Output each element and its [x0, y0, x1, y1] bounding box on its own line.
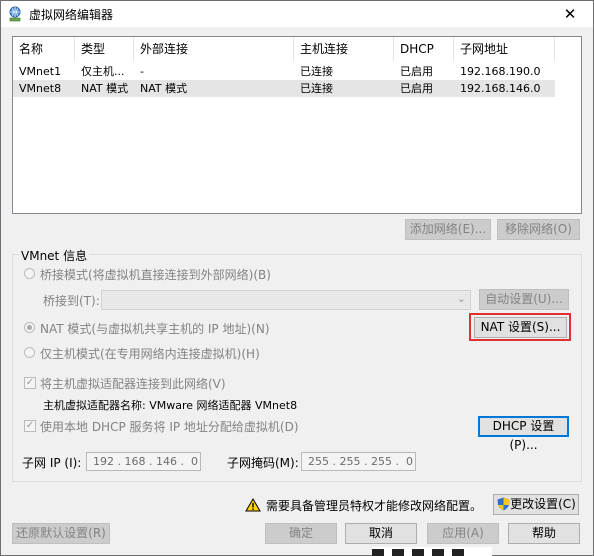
uac-shield-icon	[497, 497, 510, 511]
connect-adapter-checkbox[interactable]: ✓	[24, 377, 36, 389]
nat-mode-radio[interactable]	[24, 322, 35, 333]
bridge-mode-radio[interactable]	[24, 268, 35, 279]
subnet-mask-field[interactable]: 255 . 255 . 255 . 0	[301, 452, 416, 471]
cell-external: -	[140, 65, 144, 78]
column-header-name[interactable]: 名称	[13, 37, 75, 61]
cell-external: NAT 模式	[140, 82, 188, 95]
nat-mode-label: NAT 模式(与虚拟机共享主机的 IP 地址)(N)	[40, 322, 270, 336]
auto-settings-button[interactable]: 自动设置(U)...	[479, 289, 569, 310]
connect-adapter-label: 将主机虚拟适配器连接到此网络(V)	[40, 377, 226, 391]
cell-host: 已连接	[300, 65, 333, 78]
subnet-ip-label: 子网 IP (I):	[22, 456, 82, 470]
subnet-mask-label: 子网掩码(M):	[227, 456, 299, 470]
column-header-subnet[interactable]: 子网地址	[454, 37, 555, 61]
chevron-down-icon: ⌄	[456, 292, 466, 305]
cancel-button[interactable]: 取消	[345, 523, 417, 544]
cell-type: 仅主机...	[81, 65, 125, 78]
cell-dhcp: 已启用	[400, 82, 433, 95]
bridge-to-label: 桥接到(T):	[43, 294, 100, 308]
subnet-ip-field[interactable]: 192 . 168 . 146 . 0	[86, 452, 201, 471]
cell-subnet: 192.168.146.0	[460, 82, 541, 95]
apply-button[interactable]: 应用(A)	[427, 523, 499, 544]
dhcp-label: 使用本地 DHCP 服务将 IP 地址分配给虚拟机(D)	[40, 420, 299, 434]
bridge-mode-label: 桥接模式(将虚拟机直接连接到外部网络)(B)	[40, 268, 271, 282]
annotation-highlight-box	[469, 313, 571, 341]
admin-notice-text: 需要具备管理员特权才能修改网络配置。	[266, 499, 483, 513]
network-list[interactable]: 名称 类型 外部连接 主机连接 DHCP 子网地址 VMnet1 仅主机... …	[12, 36, 582, 214]
warning-icon	[245, 498, 261, 512]
remove-network-button[interactable]: 移除网络(O)	[497, 219, 580, 240]
cell-type: NAT 模式	[81, 82, 129, 95]
network-globe-icon	[9, 6, 21, 22]
column-header-external[interactable]: 外部连接	[134, 37, 294, 61]
help-button[interactable]: 帮助	[508, 523, 580, 544]
dhcp-checkbox[interactable]: ✓	[24, 420, 36, 432]
window-title: 虚拟网络编辑器	[29, 8, 114, 22]
cell-subnet: 192.168.190.0	[460, 65, 541, 78]
column-header-dhcp[interactable]: DHCP	[394, 37, 454, 61]
table-row[interactable]: VMnet1 仅主机... - 已连接 已启用 192.168.190.0	[13, 63, 555, 80]
cell-dhcp: 已启用	[400, 65, 433, 78]
background-page-fragment	[372, 547, 492, 556]
change-settings-label: 更改设置(C)	[510, 497, 576, 511]
title-bar: 虚拟网络编辑器 ✕	[1, 1, 593, 27]
add-network-button[interactable]: 添加网络(E)...	[405, 219, 491, 240]
host-only-label: 仅主机模式(在专用网络内连接虚拟机)(H)	[40, 347, 260, 361]
column-header-type[interactable]: 类型	[75, 37, 134, 61]
table-row-selected[interactable]: VMnet8 NAT 模式 NAT 模式 已连接 已启用 192.168.146…	[13, 80, 555, 97]
host-only-radio[interactable]	[24, 347, 35, 358]
change-settings-button[interactable]: 更改设置(C)	[493, 494, 579, 515]
cell-name: VMnet1	[19, 65, 62, 78]
vmnet-info-label: VMnet 信息	[19, 247, 90, 264]
bridge-to-select[interactable]: ⌄	[101, 290, 471, 310]
cell-host: 已连接	[300, 82, 333, 95]
restore-defaults-button[interactable]: 还原默认设置(R)	[12, 523, 110, 544]
close-button[interactable]: ✕	[553, 3, 587, 25]
cell-name: VMnet8	[19, 82, 62, 95]
column-header-host[interactable]: 主机连接	[294, 37, 394, 61]
dhcp-settings-button[interactable]: DHCP 设置(P)...	[478, 416, 569, 452]
ok-button[interactable]: 确定	[265, 523, 337, 544]
adapter-name-text: 主机虚拟适配器名称: VMware 网络适配器 VMnet8	[43, 399, 298, 412]
